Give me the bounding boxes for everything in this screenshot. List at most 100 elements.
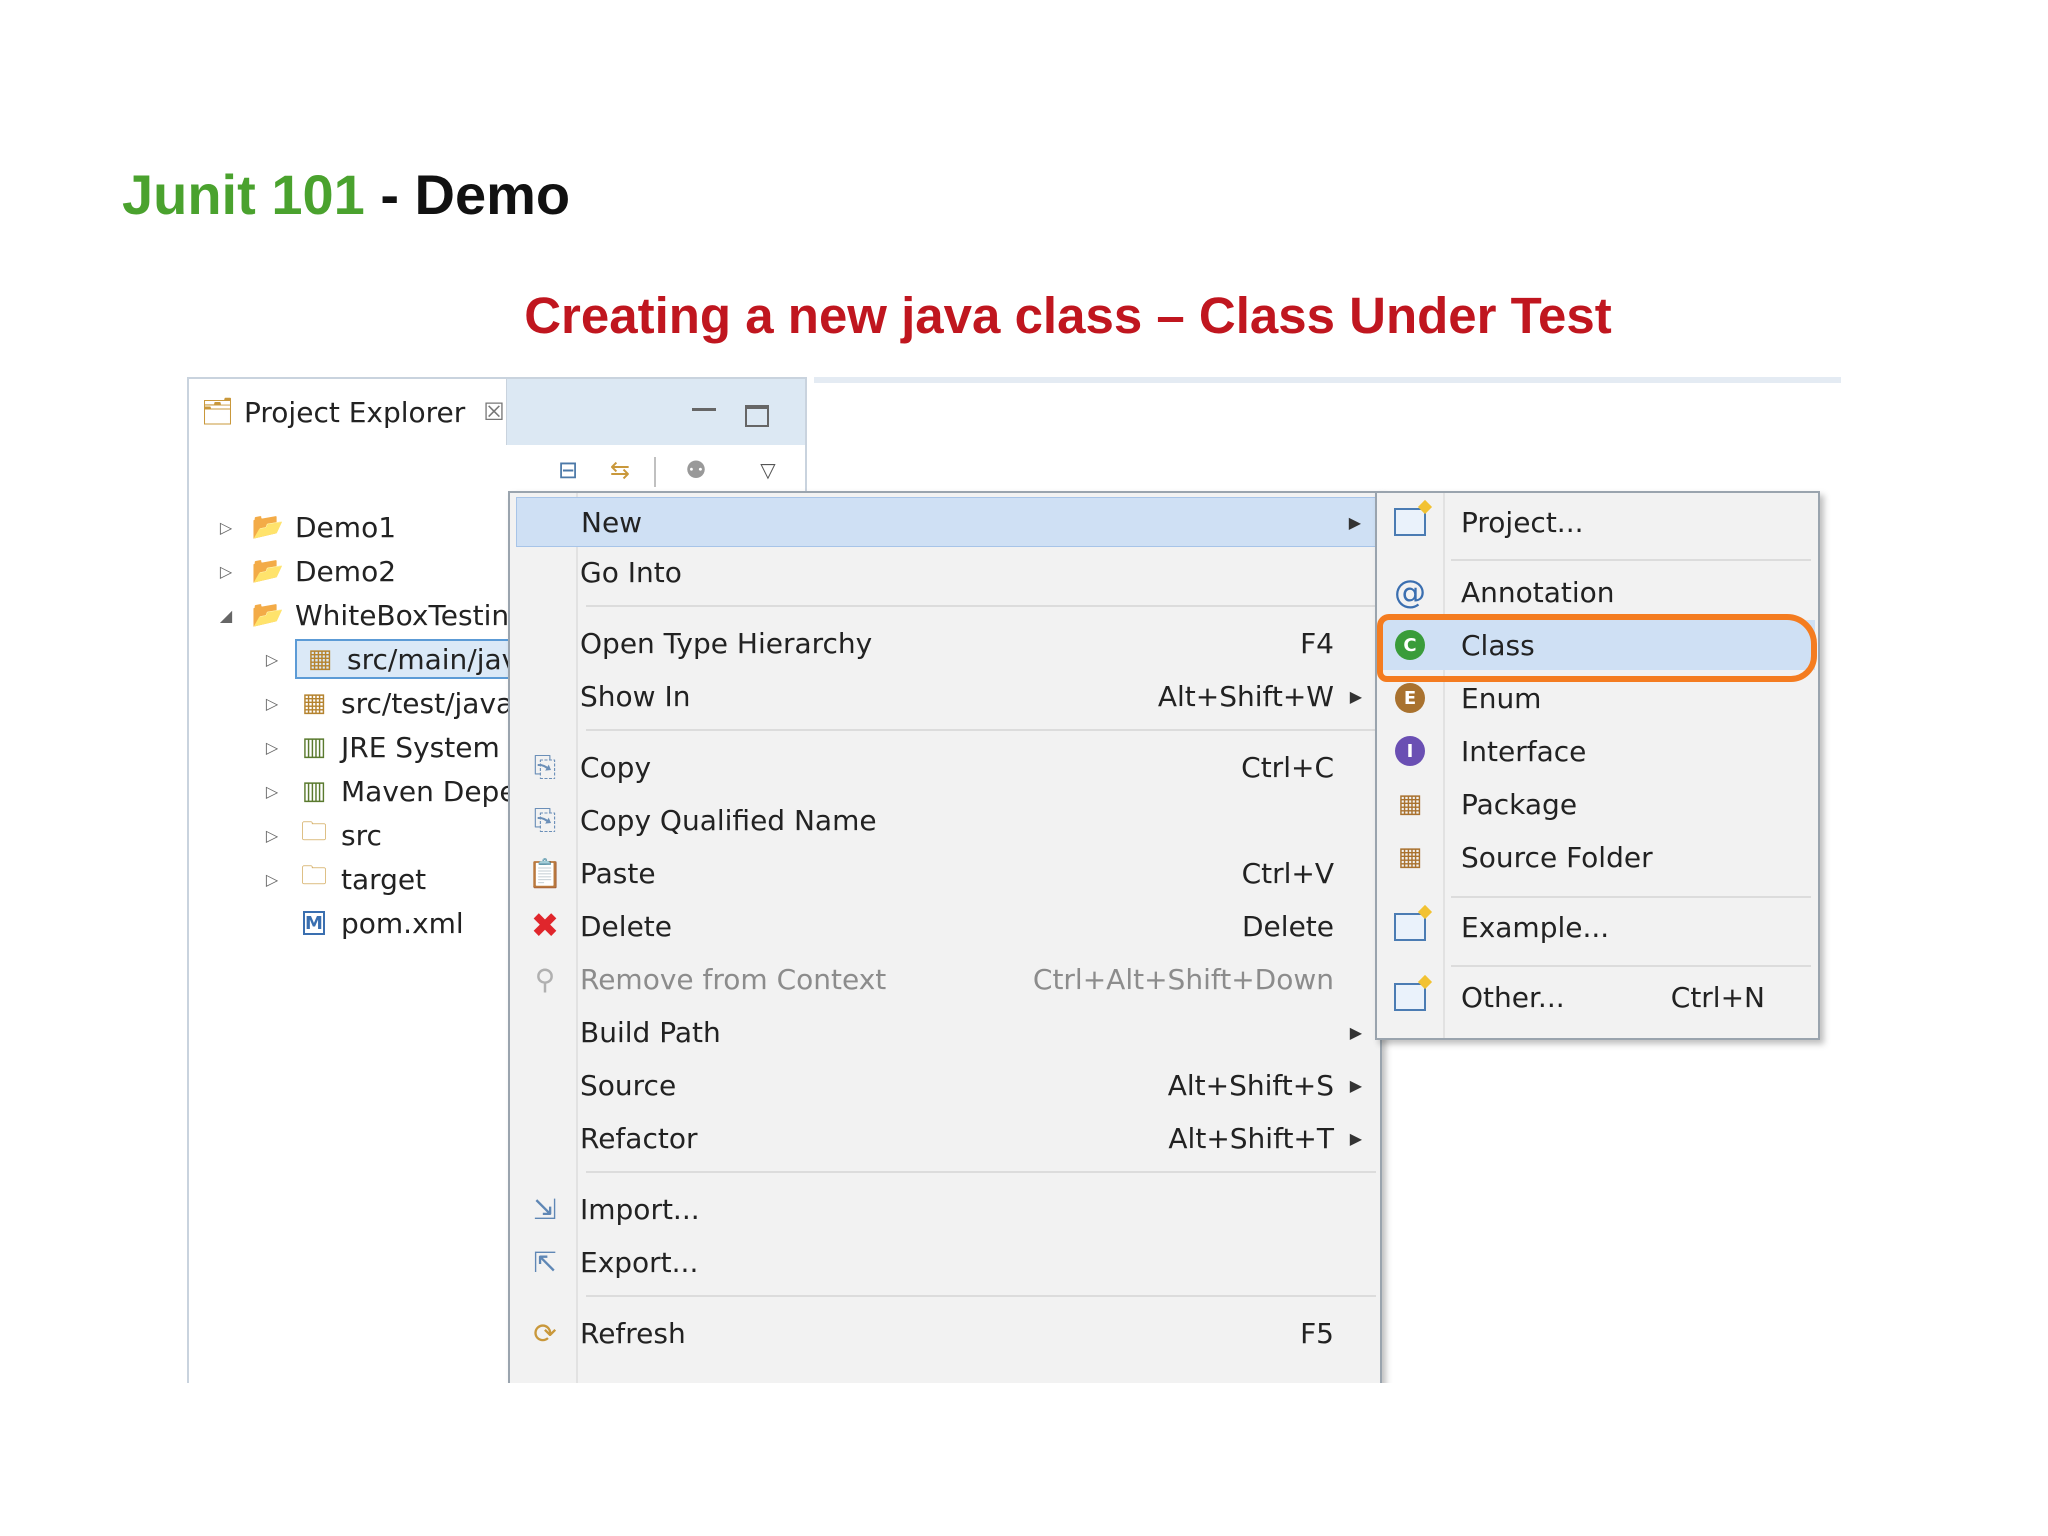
- submenu-item-source-folder[interactable]: ▦ Source Folder: [1381, 832, 1815, 882]
- expand-icon[interactable]: ▷: [261, 650, 283, 669]
- annotation-icon: @: [1394, 573, 1426, 611]
- delete-icon: ✖: [530, 906, 560, 946]
- package-folder-icon: ▦: [301, 688, 327, 718]
- export-icon: ⇱: [533, 1245, 557, 1279]
- expand-icon[interactable]: ▷: [215, 518, 237, 537]
- menu-item-show-in[interactable]: Show In Alt+Shift+W ▶: [516, 671, 1376, 721]
- menu-item-label: Show In: [580, 679, 691, 713]
- submenu-arrow-icon: ▶: [1348, 512, 1361, 532]
- tab-project-explorer[interactable]: 🗂 Project Explorer ☒: [189, 379, 507, 445]
- menu-item-label: Example...: [1461, 910, 1610, 944]
- menu-item-label: Enum: [1461, 681, 1542, 715]
- package-folder-icon: ▦: [307, 644, 333, 674]
- tree-item-label: Demo2: [295, 554, 397, 588]
- tree-item-label: src/test/java: [341, 686, 514, 720]
- paste-icon: 📋: [527, 856, 563, 890]
- menu-item-refactor[interactable]: Refactor Alt+Shift+T ▶: [516, 1113, 1376, 1163]
- minimize-button[interactable]: [692, 399, 716, 411]
- tree-item-label: target: [341, 862, 427, 896]
- menu-item-label: Remove from Context: [580, 962, 887, 996]
- submenu-item-interface[interactable]: I Interface: [1381, 726, 1815, 776]
- project-explorer-icon: 🗂: [201, 397, 235, 427]
- new-submenu: Project... @ Annotation C Class E Enum I…: [1375, 491, 1820, 1040]
- slide-title-course: Junit 101: [122, 163, 365, 226]
- menu-item-shortcut: Alt+Shift+S: [1167, 1068, 1334, 1102]
- tree-item-label: Demo1: [295, 510, 397, 544]
- expand-icon[interactable]: ▷: [215, 562, 237, 581]
- collapse-all-icon[interactable]: ⊟: [551, 455, 585, 485]
- expand-icon[interactable]: ▷: [261, 826, 283, 845]
- package-icon: ▦: [1397, 789, 1423, 819]
- menu-item-export[interactable]: ⇱ Export...: [516, 1237, 1376, 1287]
- pom-file-icon: M: [295, 906, 333, 940]
- slide-title-suffix: - Demo: [364, 163, 571, 226]
- menu-separator: [1451, 896, 1811, 898]
- maven-project-icon: 📂: [251, 600, 285, 630]
- menu-item-go-into[interactable]: Go Into: [516, 547, 1376, 597]
- tree-item-src-test-java[interactable]: ▷ ▦ src/test/java: [261, 681, 513, 725]
- tree-item-pom-xml[interactable]: M pom.xml: [261, 901, 464, 945]
- menu-item-copy[interactable]: ⎘ Copy Ctrl+C: [516, 742, 1376, 792]
- submenu-item-annotation[interactable]: @ Annotation: [1381, 567, 1815, 617]
- toolbar-separator: [654, 457, 656, 487]
- menu-item-refresh[interactable]: ⟳ Refresh F5: [516, 1308, 1376, 1358]
- menu-item-open-type-hierarchy[interactable]: Open Type Hierarchy F4: [516, 618, 1376, 668]
- tree-item-whiteboxtesting[interactable]: ◢ 📂 WhiteBoxTesting: [215, 593, 527, 637]
- view-menu-icon[interactable]: ▽: [751, 455, 785, 485]
- focus-task-icon[interactable]: ⚉: [679, 455, 713, 485]
- collapse-icon[interactable]: ◢: [215, 606, 237, 625]
- menu-item-import[interactable]: ⇲ Import...: [516, 1184, 1376, 1234]
- menu-item-label: Import...: [580, 1192, 700, 1226]
- menu-item-label: Copy: [580, 750, 652, 784]
- submenu-arrow-icon: ▶: [1349, 1128, 1362, 1148]
- new-project-icon: [1389, 501, 1431, 543]
- submenu-item-other[interactable]: Other... Ctrl+N: [1381, 972, 1815, 1022]
- slide-subtitle: Creating a new java class – Class Under …: [524, 287, 1612, 344]
- menu-item-paste[interactable]: 📋 Paste Ctrl+V: [516, 848, 1376, 898]
- maximize-button[interactable]: [745, 405, 769, 427]
- menu-item-shortcut: F5: [1300, 1316, 1334, 1350]
- menu-separator: [586, 729, 1376, 731]
- submenu-arrow-icon: ▶: [1349, 1022, 1362, 1042]
- maven-project-icon: 📂: [251, 556, 285, 586]
- expand-icon[interactable]: ▷: [261, 694, 283, 713]
- tree-item-target[interactable]: ▷ 🗀 target: [261, 857, 426, 901]
- menu-item-label: Paste: [580, 856, 656, 890]
- maven-project-icon: 📂: [251, 512, 285, 542]
- expand-icon[interactable]: ▷: [261, 738, 283, 757]
- menu-item-label: Annotation: [1461, 575, 1615, 609]
- interface-icon: I: [1389, 730, 1431, 772]
- submenu-item-example[interactable]: Example...: [1381, 902, 1815, 952]
- close-icon[interactable]: ☒: [483, 398, 505, 426]
- menu-item-label: Source: [580, 1068, 677, 1102]
- tree-item-demo2[interactable]: ▷ 📂 Demo2: [215, 549, 396, 593]
- menu-item-label: Refresh: [580, 1316, 686, 1350]
- tree-item-src[interactable]: ▷ 🗀 src: [261, 813, 382, 857]
- class-highlight-annotation: [1377, 614, 1817, 682]
- copy-icon: ⎘: [533, 750, 557, 783]
- submenu-arrow-icon: ▶: [1349, 1075, 1362, 1095]
- submenu-item-project[interactable]: Project...: [1381, 497, 1815, 547]
- expand-icon[interactable]: ▷: [261, 782, 283, 801]
- tree-item-demo1[interactable]: ▷ 📂 Demo1: [215, 505, 396, 549]
- link-with-editor-icon[interactable]: ⇆: [603, 455, 637, 485]
- new-wizard-icon: [1389, 976, 1431, 1018]
- menu-item-shortcut: Alt+Shift+W: [1157, 679, 1334, 713]
- menu-item-label: Open Type Hierarchy: [580, 626, 873, 660]
- menu-item-new[interactable]: New ▶: [516, 497, 1376, 547]
- menu-item-source[interactable]: Source Alt+Shift+S ▶: [516, 1060, 1376, 1110]
- menu-item-label: Copy Qualified Name: [580, 803, 877, 837]
- menu-item-delete[interactable]: ✖ Delete Delete: [516, 901, 1376, 951]
- menu-item-copy-qualified-name[interactable]: ⎘ Copy Qualified Name: [516, 795, 1376, 845]
- tree-item-src-main-java[interactable]: ▷ ▦ src/main/java: [261, 637, 542, 681]
- menu-item-label: Other...: [1461, 980, 1565, 1014]
- menu-separator: [586, 1295, 1376, 1297]
- menu-item-build-path[interactable]: Build Path ▶: [516, 1007, 1376, 1057]
- submenu-item-package[interactable]: ▦ Package: [1381, 779, 1815, 829]
- menu-item-shortcut: Alt+Shift+T: [1168, 1121, 1334, 1155]
- menu-separator: [1451, 965, 1811, 967]
- enum-icon: E: [1389, 677, 1431, 719]
- tree-item-label: src: [341, 818, 382, 852]
- menu-item-label: Project...: [1461, 505, 1584, 539]
- expand-icon[interactable]: ▷: [261, 870, 283, 889]
